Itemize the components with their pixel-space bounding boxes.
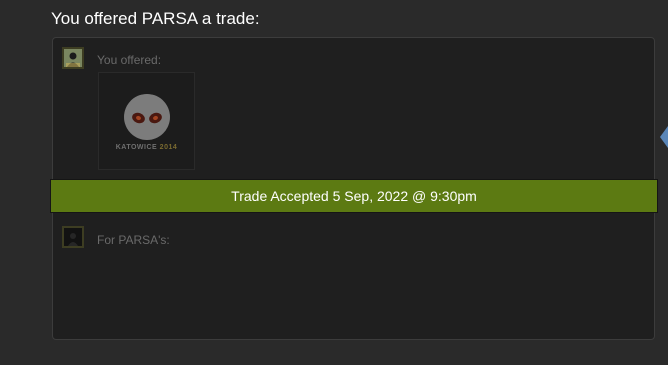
you-offered-label: You offered:	[97, 53, 162, 67]
player-silhouette-icon	[64, 49, 82, 67]
my-avatar[interactable]	[62, 47, 84, 69]
partner-silhouette-icon	[64, 228, 82, 246]
side-scroll-arrow-icon[interactable]	[660, 126, 668, 148]
offered-item-slot[interactable]: KATOWICE 2014	[98, 72, 195, 170]
for-partner-label: For PARSA's:	[97, 233, 170, 247]
sticker-caption-year: 2014	[159, 144, 178, 151]
sticker-caption-main: KATOWICE	[115, 144, 158, 151]
trade-offer-heading: You offered PARSA a trade:	[51, 9, 260, 28]
trade-offer-page: You offered PARSA a trade: You offered: …	[0, 0, 668, 365]
sticker-caption: KATOWICE 2014	[99, 144, 194, 151]
trade-accepted-banner: Trade Accepted 5 Sep, 2022 @ 9:30pm	[50, 179, 658, 213]
partner-avatar[interactable]	[62, 226, 84, 248]
dignitas-sticker-icon	[124, 94, 170, 140]
